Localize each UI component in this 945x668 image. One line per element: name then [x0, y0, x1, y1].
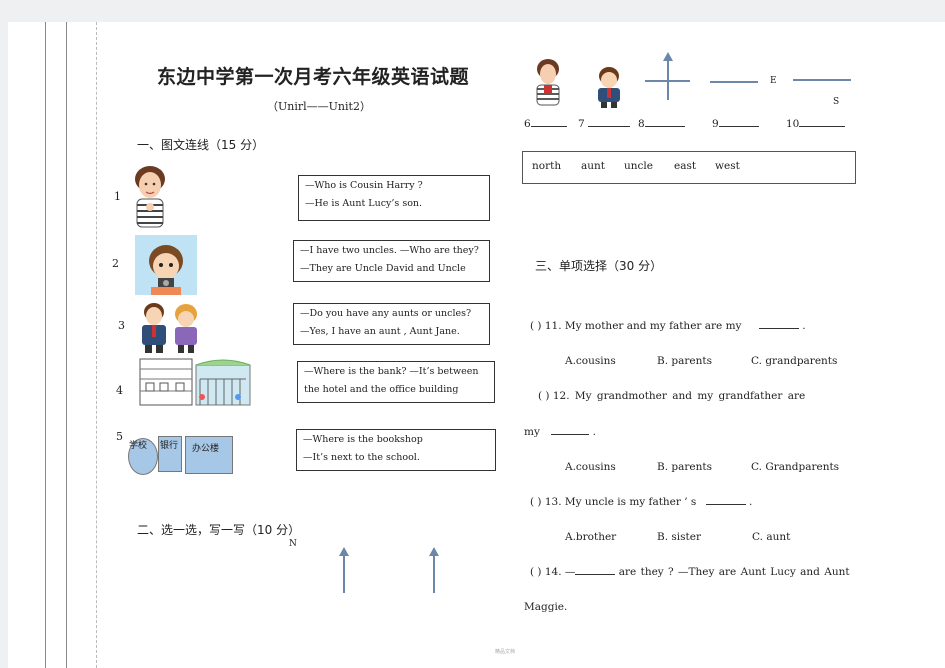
option-c[interactable]: C. aunt — [752, 531, 790, 543]
dialog-box-4: —Where is the bank? —It’s between the ho… — [297, 361, 495, 403]
margin-line — [66, 22, 67, 668]
answer-blank-9[interactable]: 9 — [712, 118, 759, 130]
word-bank: north aunt uncle east west — [522, 151, 856, 184]
blank-number: 6 — [524, 118, 531, 130]
dialog-line: the hotel and the office building — [304, 384, 459, 395]
question-text: 14. — — [544, 566, 576, 578]
answer-blank[interactable] — [551, 434, 590, 435]
dialog-line: —Do you have any aunts or uncles? — [300, 308, 472, 319]
item-number: 1 — [114, 190, 121, 203]
blank-number: 8 — [638, 118, 645, 130]
buildings-image — [139, 358, 251, 406]
answer-blank-7[interactable]: 7 — [578, 118, 630, 130]
question-text: 12. My grandmother and my grandfather ar… — [552, 390, 806, 402]
question-text: 13. My uncle is my father ’ s — [544, 496, 697, 508]
question-12-cont: my . — [524, 426, 596, 438]
question-text: 11. My mother and my father are my — [544, 320, 742, 332]
question-14: ( ) 14. — are they ? —They are Aunt Lucy… — [530, 566, 850, 578]
option-b[interactable]: B. sister — [657, 531, 701, 543]
exam-title: 东边中学第一次月考六年级英语试题 — [157, 66, 470, 88]
question-11: ( ) 11. My mother and my father are my . — [530, 320, 806, 332]
answer-blank[interactable] — [758, 328, 799, 329]
option-b[interactable]: B. parents — [657, 355, 712, 367]
section2-heading: 二、选一选，写一写（10 分） — [137, 523, 301, 537]
up-arrow-icon — [429, 547, 439, 593]
answer-blank[interactable] — [705, 504, 746, 505]
option-c[interactable]: C. grandparents — [751, 355, 837, 367]
option-a[interactable]: A.cousins — [565, 355, 616, 367]
word-bank-item: east — [674, 160, 697, 172]
two-people-image — [142, 303, 197, 353]
dialog-line: —I have two uncles. —Who are they? — [300, 245, 479, 256]
answer-paren[interactable]: ( ) — [530, 496, 542, 508]
binding-line — [96, 22, 97, 668]
question-13: ( ) 13. My uncle is my father ’ s . — [530, 496, 753, 508]
dialog-line: —Where is the bookshop — [303, 434, 423, 445]
answer-blank-8[interactable]: 8 — [638, 118, 685, 130]
girl-portrait-image — [536, 59, 560, 106]
dialog-line: —Where is the bank? —It’s between — [304, 366, 479, 377]
word-bank-item: aunt — [581, 160, 606, 172]
dialog-line: —They are Uncle David and Uncle — [300, 263, 466, 274]
answer-blank-6[interactable]: 6 — [524, 118, 567, 130]
blank-number: 10 — [786, 118, 800, 130]
item-number: 3 — [118, 319, 125, 332]
dialog-box-1: —Who is Cousin Harry ? —He is Aunt Lucy’… — [298, 175, 490, 221]
option-a[interactable]: A.cousins — [565, 461, 616, 473]
dialog-line: —He is Aunt Lucy’s son. — [305, 198, 423, 209]
dialog-box-3: —Do you have any aunts or uncles? —Yes, … — [293, 303, 490, 345]
dialog-box-2: —I have two uncles. —Who are they? —They… — [293, 240, 490, 282]
school-label: 学校 — [129, 441, 148, 451]
item-number: 5 — [116, 430, 123, 443]
answer-paren[interactable]: ( ) — [538, 390, 550, 402]
blank-number: 9 — [712, 118, 719, 130]
bank-label: 银行 — [160, 441, 179, 451]
boy-portrait-image — [598, 67, 620, 108]
blank-number: 7 — [578, 118, 585, 130]
section3-heading: 三、单项选择（30 分） — [535, 259, 663, 273]
compass-line — [710, 81, 758, 83]
word-bank-item: west — [715, 160, 740, 172]
word-bank-item: north — [532, 160, 562, 172]
compass-line — [793, 79, 851, 81]
dialog-line: —It’s next to the school. — [303, 452, 420, 463]
south-label: S — [833, 97, 840, 107]
margin-line — [45, 22, 46, 668]
section1-heading: 一、图文连线（15 分） — [137, 138, 265, 152]
dialog-line: —Yes, I have an aunt , Aunt Jane. — [300, 326, 460, 337]
dialog-line: —Who is Cousin Harry ? — [305, 180, 423, 191]
item-number: 4 — [116, 384, 123, 397]
option-c[interactable]: C. Grandparents — [751, 461, 839, 473]
answer-blank[interactable] — [575, 574, 616, 575]
question-12: ( ) 12. My grandmother and my grandfathe… — [538, 390, 805, 402]
dialog-box-5: —Where is the bookshop —It’s next to the… — [296, 429, 496, 471]
exam-subtitle: （Unirl——Unit2） — [267, 100, 371, 113]
boy-with-camera-image — [135, 235, 197, 295]
compass-line — [645, 80, 690, 82]
north-label: N — [289, 539, 297, 549]
answer-blank-10[interactable]: 10 — [786, 118, 846, 130]
east-label: E — [770, 76, 777, 86]
question-14-cont: Maggie. — [524, 601, 568, 613]
item-number: 2 — [112, 257, 119, 270]
office-label: 办公楼 — [192, 444, 220, 454]
answer-paren[interactable]: ( ) — [530, 566, 542, 578]
girl-portrait-image — [135, 166, 165, 228]
option-b[interactable]: B. parents — [657, 461, 712, 473]
option-a[interactable]: A.brother — [565, 531, 616, 543]
answer-paren[interactable]: ( ) — [530, 320, 542, 332]
word-bank-item: uncle — [624, 160, 653, 172]
footer-watermark: 精品文档 — [495, 649, 516, 655]
up-arrow-icon — [339, 547, 349, 593]
